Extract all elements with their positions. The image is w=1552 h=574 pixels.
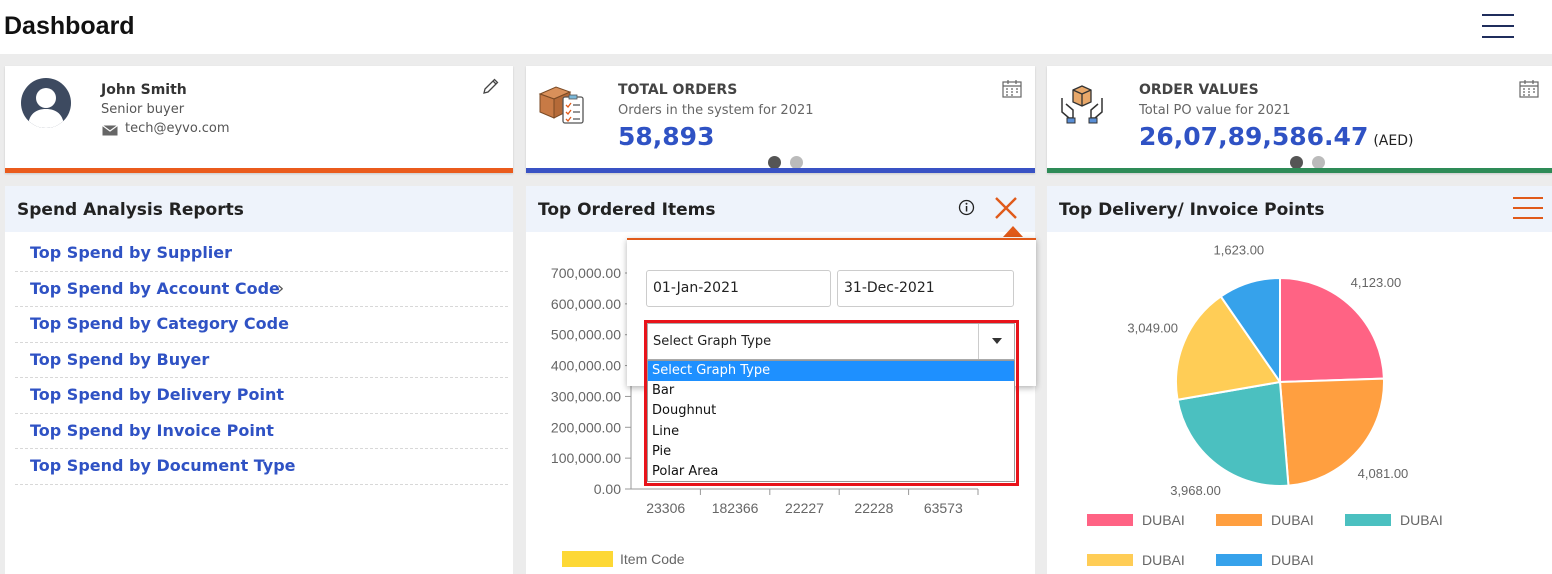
- panel-header: Top Delivery/ Invoice Points: [1047, 186, 1552, 232]
- y-tick-label: 500,000.00: [551, 327, 621, 343]
- total-orders-value: 58,893: [618, 122, 715, 151]
- legend-swatch: [1087, 554, 1133, 566]
- box-checklist-icon: [538, 86, 584, 124]
- mail-icon: [102, 125, 118, 136]
- panel-title: Spend Analysis Reports: [17, 200, 244, 220]
- legend-label: DUBAI: [1271, 512, 1314, 528]
- legend-swatch: [1345, 514, 1391, 526]
- total-orders-title: TOTAL ORDERS: [618, 82, 738, 98]
- y-tick-label: 600,000.00: [551, 296, 621, 312]
- legend-swatch: [562, 551, 613, 567]
- top-bar: Dashboard: [0, 0, 1552, 54]
- report-link-delivery-point[interactable]: Top Spend by Delivery Point: [15, 378, 508, 414]
- order-values-amount: 26,07,89,586.47: [1139, 122, 1369, 151]
- profile-email: tech@eyvo.com: [125, 121, 230, 136]
- avatar: [21, 78, 71, 128]
- legend-swatch: [1216, 514, 1262, 526]
- order-values-value: 26,07,89,586.47 (AED): [1139, 122, 1413, 151]
- panel-menu-icon[interactable]: [1513, 196, 1543, 220]
- info-icon[interactable]: [958, 199, 975, 216]
- legend-label: DUBAI: [1142, 552, 1185, 568]
- dropdown-arrow-icon[interactable]: [978, 324, 1014, 359]
- x-tick-label: 22228: [854, 500, 893, 516]
- pie-value-label: 3,968.00: [1170, 483, 1221, 498]
- y-tick-label: 0.00: [594, 481, 621, 497]
- report-link-buyer[interactable]: Top Spend by Buyer: [15, 343, 508, 378]
- popup-pointer: [1003, 226, 1023, 237]
- orders-accent-bar: [526, 168, 1035, 173]
- from-date-input[interactable]: 01-Jan-2021: [646, 270, 831, 307]
- chevron-right-icon: ›: [277, 277, 285, 299]
- profile-accent-bar: [5, 168, 513, 173]
- report-link-account-code[interactable]: Top Spend by Account Code ›: [15, 272, 508, 307]
- close-icon[interactable]: [994, 196, 1018, 220]
- report-link-invoice-point[interactable]: Top Spend by Invoice Point: [15, 414, 508, 449]
- report-link-category-code[interactable]: Top Spend by Category Code: [15, 307, 508, 343]
- legend-swatch: [1216, 554, 1262, 566]
- y-tick-label: 300,000.00: [551, 388, 621, 404]
- panel-title: Top Delivery/ Invoice Points: [1059, 200, 1325, 220]
- report-link-label: Top Spend by Account Code: [30, 278, 280, 298]
- y-tick-label: 100,000.00: [551, 450, 621, 466]
- y-tick-label: 400,000.00: [551, 358, 621, 374]
- report-link-supplier[interactable]: Top Spend by Supplier: [15, 236, 508, 272]
- calendar-icon[interactable]: [1002, 79, 1022, 98]
- panel-header: Top Ordered Items: [526, 186, 1035, 232]
- legend-label: DUBAI: [1271, 552, 1314, 568]
- pencil-edit-icon[interactable]: [482, 77, 500, 95]
- pie-slice: [1279, 276, 1385, 384]
- graph-option-select[interactable]: Select Graph Type: [648, 361, 1014, 382]
- total-orders-card: TOTAL ORDERS Orders in the system for 20…: [526, 66, 1035, 173]
- pie-value-label: 3,049.00: [1127, 321, 1178, 336]
- profile-card: John Smith Senior buyer tech@eyvo.com: [5, 66, 513, 173]
- profile-role: Senior buyer: [101, 102, 185, 117]
- pie-value-label: 4,123.00: [1351, 275, 1402, 290]
- graph-type-options: Select Graph Type Bar Doughnut Line Pie …: [647, 360, 1015, 482]
- graph-type-select[interactable]: Select Graph Type: [647, 323, 1015, 360]
- order-values-title: ORDER VALUES: [1139, 82, 1259, 98]
- graph-option-doughnut[interactable]: Doughnut: [648, 401, 1014, 421]
- spend-analysis-panel: Spend Analysis Reports Top Spend by Supp…: [5, 186, 513, 574]
- graph-option-pie[interactable]: Pie: [648, 442, 1014, 462]
- legend-label: Item Code: [620, 551, 685, 567]
- order-values-card: ORDER VALUES Total PO value for 2021 26,…: [1047, 66, 1552, 173]
- hamburger-menu-icon[interactable]: [1482, 14, 1514, 38]
- page-title: Dashboard: [4, 12, 135, 40]
- hands-box-icon: [1061, 85, 1103, 124]
- user-silhouette-icon: [28, 88, 64, 128]
- report-list: Top Spend by Supplier Top Spend by Accou…: [15, 236, 508, 485]
- graph-type-selected: Select Graph Type: [653, 334, 772, 349]
- panel-header: Spend Analysis Reports: [5, 186, 513, 232]
- profile-name: John Smith: [101, 82, 187, 98]
- pie-value-label: 4,081.00: [1358, 466, 1409, 481]
- legend-label: DUBAI: [1142, 512, 1185, 528]
- order-values-unit: (AED): [1373, 133, 1414, 149]
- x-tick-label: 22227: [785, 500, 824, 516]
- pie-value-label: 1,623.00: [1214, 242, 1265, 257]
- y-tick-label: 700,000.00: [551, 265, 621, 281]
- report-link-document-type[interactable]: Top Spend by Document Type: [15, 449, 508, 485]
- legend-label: DUBAI: [1400, 512, 1443, 528]
- x-tick-label: 182366: [712, 500, 759, 516]
- panel-title: Top Ordered Items: [538, 200, 716, 220]
- total-orders-subtitle: Orders in the system for 2021: [618, 103, 814, 118]
- delivery-pie-chart: 4,123.00 4,081.00 3,968.00 3,049.00 1,623.00…: [1087, 242, 1443, 568]
- to-date-input[interactable]: 31-Dec-2021: [837, 270, 1014, 307]
- legend-swatch: [1087, 514, 1133, 526]
- graph-option-bar[interactable]: Bar: [648, 381, 1014, 401]
- y-tick-label: 200,000.00: [551, 419, 621, 435]
- calendar-icon[interactable]: [1519, 79, 1539, 98]
- x-tick-label: 63573: [924, 500, 963, 516]
- graph-option-line[interactable]: Line: [648, 422, 1014, 442]
- order-values-subtitle: Total PO value for 2021: [1139, 103, 1291, 118]
- values-accent-bar: [1047, 168, 1552, 173]
- x-tick-label: 23306: [646, 500, 685, 516]
- graph-option-polar-area[interactable]: Polar Area: [648, 462, 1014, 482]
